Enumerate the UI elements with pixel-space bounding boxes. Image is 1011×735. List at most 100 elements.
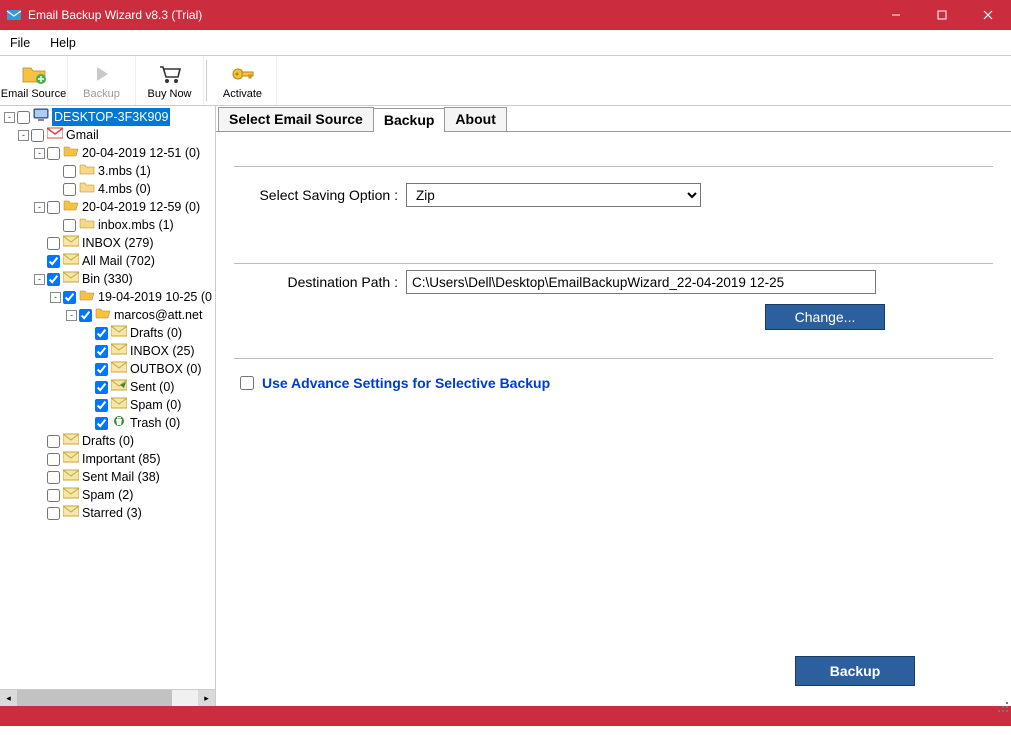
tree-label[interactable]: OUTBOX (0) — [130, 360, 202, 378]
tree-node[interactable]: - Gmail — [2, 126, 215, 144]
tree-checkbox[interactable] — [95, 417, 108, 430]
tree-node[interactable]: - 20-04-2019 12-59 (0) — [2, 198, 215, 216]
tree-label[interactable]: Gmail — [66, 126, 99, 144]
tree-label[interactable]: Drafts (0) — [130, 324, 182, 342]
tree-node[interactable]: 3.mbs (1) — [2, 162, 215, 180]
tree-expander[interactable]: - — [66, 310, 77, 321]
tree-checkbox[interactable] — [47, 507, 60, 520]
tree-checkbox[interactable] — [63, 219, 76, 232]
buy-now-button[interactable]: Buy Now — [136, 56, 204, 105]
tree-node[interactable]: Sent (0) — [2, 378, 215, 396]
tree-checkbox[interactable] — [95, 327, 108, 340]
tree-node[interactable]: - marcos@att.net — [2, 306, 215, 324]
email-source-button[interactable]: Email Source — [0, 56, 68, 105]
tree-expander[interactable]: - — [18, 130, 29, 141]
tree-node[interactable]: inbox.mbs (1) — [2, 216, 215, 234]
tree-checkbox[interactable] — [95, 345, 108, 358]
destination-input[interactable] — [406, 270, 876, 294]
tree-label[interactable]: 19-04-2019 10-25 (0 — [98, 288, 212, 306]
advance-settings-label[interactable]: Use Advance Settings for Selective Backu… — [262, 375, 550, 391]
tree-node[interactable]: - 20-04-2019 12-51 (0) — [2, 144, 215, 162]
tree-node[interactable]: Trash (0) — [2, 414, 215, 432]
tree-label[interactable]: 3.mbs (1) — [98, 162, 151, 180]
tree-node[interactable]: INBOX (25) — [2, 342, 215, 360]
tree-horizontal-scrollbar[interactable]: ◂ ▸ — [0, 689, 215, 706]
menu-help[interactable]: Help — [40, 30, 86, 55]
tree-label[interactable]: DESKTOP-3F3K909 — [52, 108, 170, 126]
resize-grip[interactable] — [998, 702, 1010, 714]
backup-button[interactable]: Backup — [795, 656, 915, 686]
tree-node[interactable]: - Bin (330) — [2, 270, 215, 288]
tree-checkbox[interactable] — [47, 237, 60, 250]
tree-checkbox[interactable] — [47, 453, 60, 466]
folder-tree[interactable]: - DESKTOP-3F3K909 - Gmail - 20-04-2019 12-51 … — [0, 106, 215, 524]
tree-checkbox[interactable] — [47, 255, 60, 268]
menu-file[interactable]: File — [0, 30, 40, 55]
tree-label[interactable]: 20-04-2019 12-51 (0) — [82, 144, 200, 162]
tree-label[interactable]: 20-04-2019 12-59 (0) — [82, 198, 200, 216]
tree-checkbox[interactable] — [47, 435, 60, 448]
tree-checkbox[interactable] — [79, 309, 92, 322]
maximize-button[interactable] — [919, 0, 965, 30]
tree-node[interactable]: OUTBOX (0) — [2, 360, 215, 378]
tree-label[interactable]: marcos@att.net — [114, 306, 202, 324]
tree-checkbox[interactable] — [95, 399, 108, 412]
tree-checkbox[interactable] — [95, 381, 108, 394]
tree-expander[interactable]: - — [34, 274, 45, 285]
tree-node[interactable]: Drafts (0) — [2, 432, 215, 450]
tab-about[interactable]: About — [444, 107, 506, 131]
scroll-thumb[interactable] — [17, 690, 172, 707]
tree-node[interactable]: Spam (0) — [2, 396, 215, 414]
minimize-button[interactable] — [873, 0, 919, 30]
tree-checkbox[interactable] — [47, 273, 60, 286]
tab-backup[interactable]: Backup — [373, 108, 446, 132]
scroll-track[interactable] — [17, 690, 198, 707]
tree-checkbox[interactable] — [17, 111, 30, 124]
tree-label[interactable]: INBOX (279) — [82, 234, 154, 252]
tree-expander[interactable]: - — [34, 202, 45, 213]
tree-node[interactable]: Drafts (0) — [2, 324, 215, 342]
tree-node[interactable]: All Mail (702) — [2, 252, 215, 270]
tree-checkbox[interactable] — [63, 165, 76, 178]
tree-checkbox[interactable] — [31, 129, 44, 142]
tree-label[interactable]: inbox.mbs (1) — [98, 216, 174, 234]
tree-node[interactable]: Sent Mail (38) — [2, 468, 215, 486]
tree-node[interactable]: - DESKTOP-3F3K909 — [2, 108, 215, 126]
tree-expander[interactable]: - — [34, 148, 45, 159]
tree-checkbox[interactable] — [47, 201, 60, 214]
tree-label[interactable]: Drafts (0) — [82, 432, 134, 450]
tree-checkbox[interactable] — [47, 489, 60, 502]
tree-label[interactable]: Spam (2) — [82, 486, 133, 504]
tree-checkbox[interactable] — [63, 183, 76, 196]
advance-settings-checkbox[interactable] — [240, 376, 254, 390]
tree-node[interactable]: INBOX (279) — [2, 234, 215, 252]
tree-label[interactable]: Spam (0) — [130, 396, 181, 414]
tree-label[interactable]: Trash (0) — [130, 414, 180, 432]
tree-node[interactable]: - 19-04-2019 10-25 (0 — [2, 288, 215, 306]
tree-node[interactable]: 4.mbs (0) — [2, 180, 215, 198]
activate-button[interactable]: Activate — [209, 56, 277, 105]
close-button[interactable] — [965, 0, 1011, 30]
tree-label[interactable]: All Mail (702) — [82, 252, 155, 270]
tree-label[interactable]: INBOX (25) — [130, 342, 195, 360]
tree-label[interactable]: Important (85) — [82, 450, 161, 468]
tree-label[interactable]: Sent Mail (38) — [82, 468, 160, 486]
tree-label[interactable]: 4.mbs (0) — [98, 180, 151, 198]
tree-expander[interactable]: - — [50, 292, 61, 303]
tree-checkbox[interactable] — [47, 471, 60, 484]
tree-label[interactable]: Starred (3) — [82, 504, 142, 522]
tree-checkbox[interactable] — [47, 147, 60, 160]
tree-expander[interactable]: - — [4, 112, 15, 123]
scroll-left-arrow[interactable]: ◂ — [0, 690, 17, 707]
tree-checkbox[interactable] — [95, 363, 108, 376]
tree-label[interactable]: Sent (0) — [130, 378, 174, 396]
backup-toolbar-button[interactable]: Backup — [68, 56, 136, 105]
tree-label[interactable]: Bin (330) — [82, 270, 133, 288]
scroll-right-arrow[interactable]: ▸ — [198, 690, 215, 707]
saving-option-select[interactable]: Zip — [406, 183, 701, 207]
change-button[interactable]: Change... — [765, 304, 885, 330]
tree-checkbox[interactable] — [63, 291, 76, 304]
tab-select-source[interactable]: Select Email Source — [218, 107, 374, 131]
tree-node[interactable]: Spam (2) — [2, 486, 215, 504]
tree-node[interactable]: Important (85) — [2, 450, 215, 468]
